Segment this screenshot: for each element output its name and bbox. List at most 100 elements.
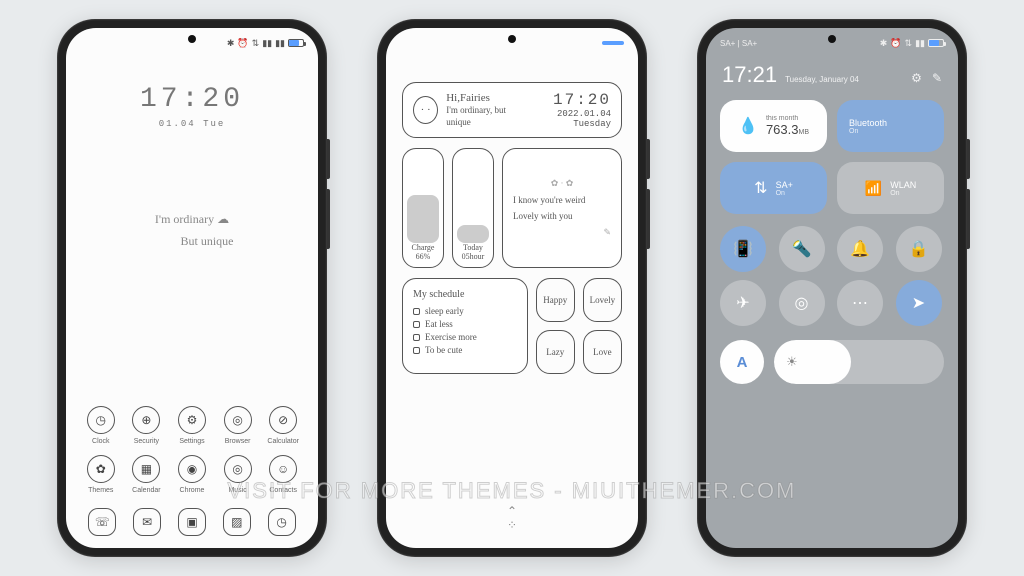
data-usage-tile[interactable]: 💧 this month 763.3MB	[720, 100, 827, 152]
signal-icon: ▮▮	[275, 39, 285, 48]
toggle-p3-tr1-3[interactable]: 🔒	[896, 226, 942, 272]
toggle-icon: 🔒	[909, 239, 929, 259]
mood-lazy[interactable]: Lazy	[536, 330, 575, 374]
charge-widget[interactable]: Charge 66%	[402, 148, 444, 268]
app-clock[interactable]: ◷ Clock	[80, 406, 122, 445]
app-chrome[interactable]: ◉ Chrome	[171, 455, 213, 494]
dock-app-4[interactable]: ◷	[259, 508, 304, 536]
data-icon: ⇅	[905, 39, 913, 48]
schedule-item[interactable]: sleep early	[413, 306, 517, 316]
greeting-title: Hi,Fairies	[446, 91, 523, 105]
dock-icon: ✉	[133, 508, 161, 536]
app-calculator[interactable]: ⊘ Calculator	[262, 406, 304, 445]
checkbox-icon	[413, 334, 420, 341]
checkbox-icon	[413, 308, 420, 315]
dock-icon: ☏	[88, 508, 116, 536]
wifi-icon: 📶	[865, 180, 882, 197]
toggle-icon: ◎	[795, 293, 809, 313]
clock-date: 01.04 Tue	[66, 119, 318, 129]
alarm-icon: ⏰	[237, 39, 248, 48]
doodle-icon: ✿ · ✿	[513, 178, 611, 189]
bluetooth-tile[interactable]: Bluetooth On	[837, 100, 944, 152]
app-label: Contacts	[269, 487, 297, 494]
mood-love[interactable]: Love	[583, 330, 622, 374]
clock-widget[interactable]: 17:20 01.04 Tue	[66, 84, 318, 129]
app-label: Security	[134, 438, 159, 445]
tile-header: this month	[766, 115, 809, 122]
schedule-item[interactable]: Exercise more	[413, 332, 517, 342]
today-widget[interactable]: Today 05hour	[452, 148, 494, 268]
toggle-p3-tr1-2[interactable]: 🔔	[837, 226, 883, 272]
dock-app-2[interactable]: ▣	[170, 508, 215, 536]
widget-time: 17:20	[523, 91, 611, 109]
widget-date: 2022.01.04 Tuesday	[523, 109, 611, 129]
toggle-p3-tr1-1[interactable]: 🔦	[779, 226, 825, 272]
app-label: Music	[228, 487, 246, 494]
toggle-icon: ➤	[912, 293, 925, 313]
app-label: Themes	[88, 487, 113, 494]
toggle-icon: 🔦	[792, 239, 812, 259]
app-label: Calculator	[267, 438, 299, 445]
app-security[interactable]: ⊕ Security	[126, 406, 168, 445]
dock-app-1[interactable]: ✉	[125, 508, 170, 536]
bluetooth-icon: ✱	[880, 39, 888, 48]
mood-lovely[interactable]: Lovely	[583, 278, 622, 322]
app-label: Calendar	[132, 487, 160, 494]
greeting-subtitle: I'm ordinary, but unique	[446, 105, 523, 128]
calculator-icon: ⊘	[269, 406, 297, 434]
note-line: Lovely with you	[513, 211, 611, 221]
dock-app-3[interactable]: ▨	[214, 508, 259, 536]
today-value: 05hour	[462, 252, 485, 261]
schedule-item[interactable]: Eat less	[413, 319, 517, 329]
toggle-p3-tr2-3[interactable]: ➤	[896, 280, 942, 326]
cc-date: Tuesday, January 04	[785, 75, 859, 84]
schedule-text: Exercise more	[425, 332, 477, 342]
app-calendar[interactable]: ▦ Calendar	[126, 455, 168, 494]
checkbox-icon	[413, 347, 420, 354]
dock-icon: ▨	[223, 508, 251, 536]
themes-icon: ✿	[87, 455, 115, 483]
schedule-text: sleep early	[425, 306, 464, 316]
toggle-p3-tr2-1[interactable]: ◎	[779, 280, 825, 326]
brightness-slider[interactable]: ☀	[774, 340, 944, 384]
app-label: Browser	[225, 438, 251, 445]
mood-happy[interactable]: Happy	[536, 278, 575, 322]
tile-label: Bluetooth	[849, 118, 932, 128]
toggle-icon: ✈	[736, 293, 749, 313]
tile-value: 763.3	[766, 122, 799, 137]
app-contacts[interactable]: ☺ Contacts	[262, 455, 304, 494]
clock-icon: ◷	[87, 406, 115, 434]
app-browser[interactable]: ◎ Browser	[217, 406, 259, 445]
auto-brightness-button[interactable]: A	[720, 340, 764, 384]
note-widget[interactable]: ✿ · ✿ I know you're weird Lovely with yo…	[502, 148, 622, 268]
unlock-handle-icon[interactable]: ⌃⁘	[386, 492, 638, 548]
checkbox-icon	[413, 321, 420, 328]
settings-icon[interactable]: ⚙	[911, 71, 922, 85]
app-themes[interactable]: ✿ Themes	[80, 455, 122, 494]
schedule-text: To be cute	[425, 345, 462, 355]
tile-sub: On	[890, 190, 916, 197]
clock-time: 17:20	[66, 84, 318, 115]
toggle-p3-tr2-0[interactable]: ✈	[720, 280, 766, 326]
bluetooth-icon: ✱	[227, 39, 235, 48]
app-settings[interactable]: ⚙ Settings	[171, 406, 213, 445]
schedule-item[interactable]: To be cute	[413, 345, 517, 355]
app-label: Clock	[92, 438, 110, 445]
toggle-p3-tr2-2[interactable]: ⋯	[837, 280, 883, 326]
indicator-icon	[602, 41, 624, 45]
cc-time: 17:21	[722, 62, 777, 88]
tile-sub: On	[776, 190, 793, 197]
greeting-widget[interactable]: · · Hi,Fairies I'm ordinary, but unique …	[402, 82, 622, 138]
edit-icon[interactable]: ✎	[932, 71, 942, 85]
doodle-icon: ✎	[513, 227, 611, 238]
schedule-widget[interactable]: My schedule sleep earlyEat lessExercise …	[402, 278, 528, 374]
toggle-p3-tr1-0[interactable]: 📳	[720, 226, 766, 272]
tagline-text: I'm ordinary ☁ But unique	[66, 209, 318, 252]
app-music[interactable]: ◎ Music	[217, 455, 259, 494]
dock-app-0[interactable]: ☏	[80, 508, 125, 536]
app-label: Chrome	[180, 487, 205, 494]
wlan-tile[interactable]: 📶 WLAN On	[837, 162, 944, 214]
dock-icon: ▣	[178, 508, 206, 536]
sim-tile[interactable]: ⇅ SA+ On	[720, 162, 827, 214]
note-line: I know you're weird	[513, 195, 611, 205]
